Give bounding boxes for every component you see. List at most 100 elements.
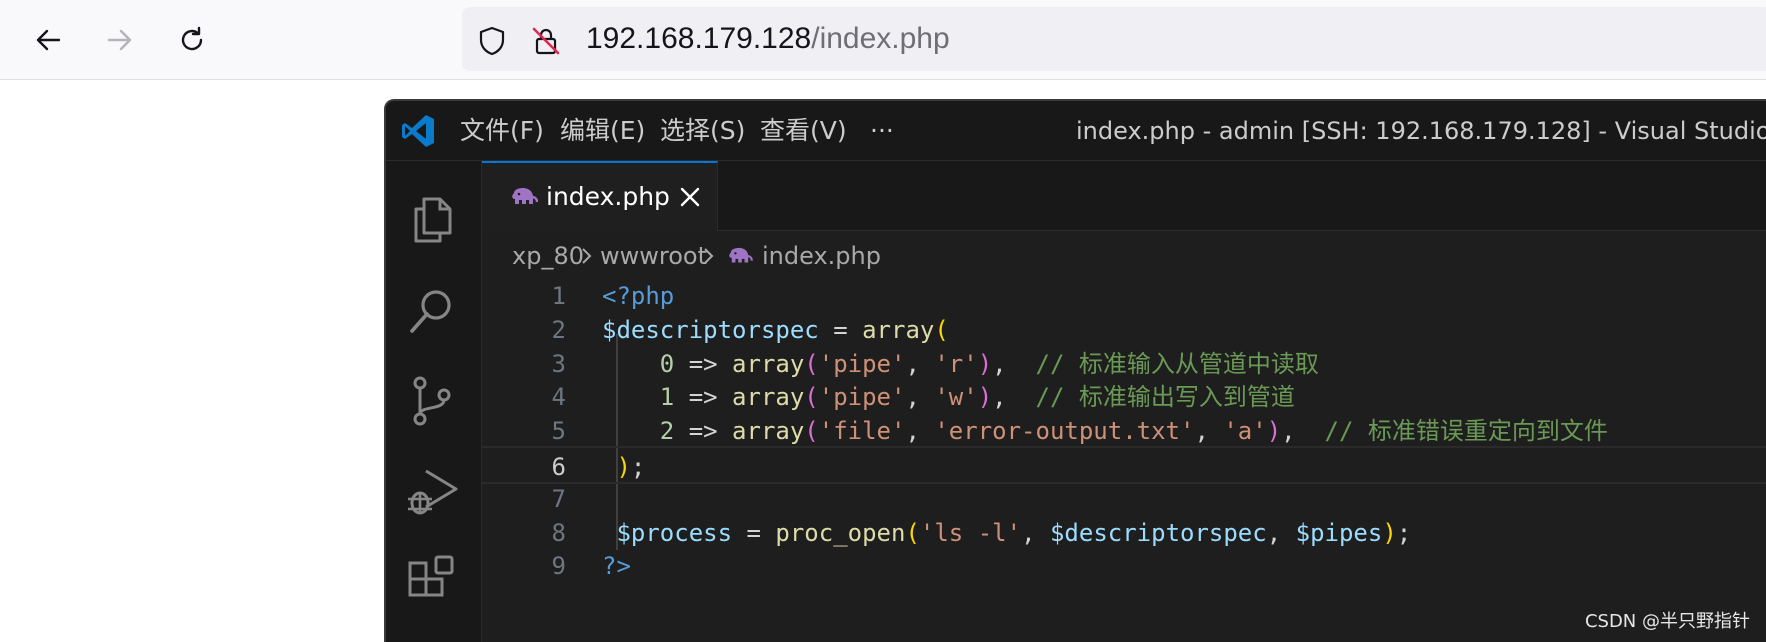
menu-more[interactable]: ··· (870, 115, 894, 147)
code-token: array (732, 349, 805, 378)
code-token: = (732, 518, 776, 547)
code-token: array (732, 383, 805, 412)
code-token: , (1266, 518, 1296, 547)
explorer-button[interactable] (404, 191, 460, 247)
code-token: $descriptorspec (602, 315, 819, 344)
window-title: index.php - admin [SSH: 192.168.179.128]… (1076, 117, 1766, 145)
line-number: 5 (551, 417, 566, 446)
code-text: 1 => array('pipe', 'w'), // 标准输出写入到管道 (602, 378, 1295, 416)
code-token: ) (977, 383, 993, 412)
breadcrumb-folder-wwwroot[interactable]: wwwroot (600, 235, 707, 277)
menu-edit[interactable]: 编辑(E) (560, 115, 645, 147)
code-token: 'file' (818, 417, 906, 446)
code-token: => (674, 349, 733, 378)
breadcrumb-folder-xp80[interactable]: xp_80 (512, 235, 584, 277)
code-line[interactable]: 6 ); (482, 446, 1766, 484)
line-number: 2 (551, 315, 566, 344)
editor-tabs: index.php (482, 161, 1766, 231)
code-line[interactable]: 7 (482, 480, 1766, 518)
code-token: , (1281, 417, 1325, 446)
code-editor[interactable]: 1 <?php 2 $descriptorspec = array(3 0 => ar… (482, 277, 1766, 642)
menu-view[interactable]: 查看(V) (760, 115, 847, 147)
search-button[interactable] (404, 283, 460, 339)
code-token: , (905, 349, 935, 378)
source-control-icon (413, 376, 451, 426)
url-text[interactable]: 192.168.179.128/index.php (586, 21, 950, 57)
code-line[interactable]: 9 ?> (482, 547, 1766, 585)
forward-button[interactable] (98, 18, 142, 62)
extensions-button[interactable] (404, 553, 460, 609)
code-line[interactable]: 2 $descriptorspec = array( (482, 311, 1766, 349)
reload-button[interactable] (170, 18, 214, 62)
chevron-right-icon (582, 248, 592, 264)
title-bar: 文件(F) 编辑(E) 选择(S) 查看(V) ··· index.php - … (386, 101, 1766, 161)
code-token: 'r' (934, 349, 978, 378)
url-path: /index.php (811, 22, 950, 55)
source-control-button[interactable] (404, 373, 460, 429)
shield-icon[interactable] (476, 25, 508, 57)
code-line[interactable]: 5 2 => array('file', 'error-output.txt',… (482, 412, 1766, 450)
code-text: <?php (602, 277, 674, 315)
vscode-logo-icon (402, 115, 434, 147)
code-token: 'w' (934, 383, 978, 412)
arrow-right-icon (107, 29, 132, 51)
code-token: ( (905, 518, 920, 547)
code-text: 2 => array('file', 'error-output.txt', '… (602, 412, 1608, 450)
code-line[interactable]: 8 $process = proc_open('ls -l', $descrip… (482, 514, 1766, 552)
extensions-icon (408, 555, 454, 597)
back-button[interactable] (26, 18, 70, 62)
code-line[interactable]: 3 0 => array('pipe', 'r'), // 标准输入从管道中读取 (482, 345, 1766, 383)
code-token: 'pipe' (818, 349, 906, 378)
line-number: 7 (551, 484, 566, 513)
line-number: 4 (551, 383, 566, 412)
code-token: $pipes (1295, 518, 1383, 547)
code-token: ) (1266, 417, 1282, 446)
code-token: , (1021, 518, 1050, 547)
code-token: // 标准输入从管道中读取 (1035, 349, 1319, 378)
close-icon[interactable] (676, 183, 704, 211)
code-token: , (905, 383, 935, 412)
code-token: = (818, 315, 863, 344)
menu-selection[interactable]: 选择(S) (660, 115, 745, 147)
line-number: 3 (551, 349, 566, 378)
url-bar[interactable]: 192.168.179.128/index.php (462, 7, 1766, 71)
php-elephant-icon (512, 188, 538, 204)
code-token: , (905, 417, 935, 446)
code-token: ; (1396, 518, 1412, 547)
code-text: $process = proc_open('ls -l', $descripto… (602, 514, 1411, 552)
search-icon (410, 290, 451, 333)
code-token: ( (804, 383, 819, 412)
code-token: <?php (602, 282, 675, 310)
run-debug-button[interactable] (404, 463, 460, 519)
code-token: ; (630, 453, 646, 481)
code-token: ( (804, 349, 819, 378)
code-token: , (992, 383, 1036, 412)
tab-index-php[interactable]: index.php (482, 161, 718, 231)
code-token: 2 (659, 417, 675, 446)
code-line[interactable]: 4 1 => array('pipe', 'w'), // 标准输出写入到管道 (482, 378, 1766, 416)
code-token: ) (1382, 518, 1397, 547)
menu-file[interactable]: 文件(F) (460, 115, 544, 147)
code-token: ( (804, 417, 819, 446)
code-token: => (674, 417, 733, 446)
code-token: array (862, 315, 935, 344)
activity-bar (386, 161, 482, 642)
php-elephant-icon (729, 247, 753, 263)
breadcrumb-file[interactable]: index.php (762, 235, 881, 277)
code-token: 0 (659, 349, 675, 378)
code-token: 'ls -l' (919, 518, 1022, 547)
code-text: $descriptorspec = array( (602, 311, 949, 349)
tab-label: index.php (546, 182, 670, 211)
code-token: array (732, 417, 805, 446)
insecure-lock-icon[interactable] (530, 25, 562, 57)
code-token: 'error-output.txt' (934, 417, 1195, 446)
line-number: 1 (551, 282, 566, 310)
run-debug-icon (408, 469, 458, 515)
code-token: // 标准输出写入到管道 (1035, 383, 1295, 412)
code-line[interactable]: 1 <?php (482, 277, 1766, 315)
line-number: 9 (551, 552, 566, 581)
